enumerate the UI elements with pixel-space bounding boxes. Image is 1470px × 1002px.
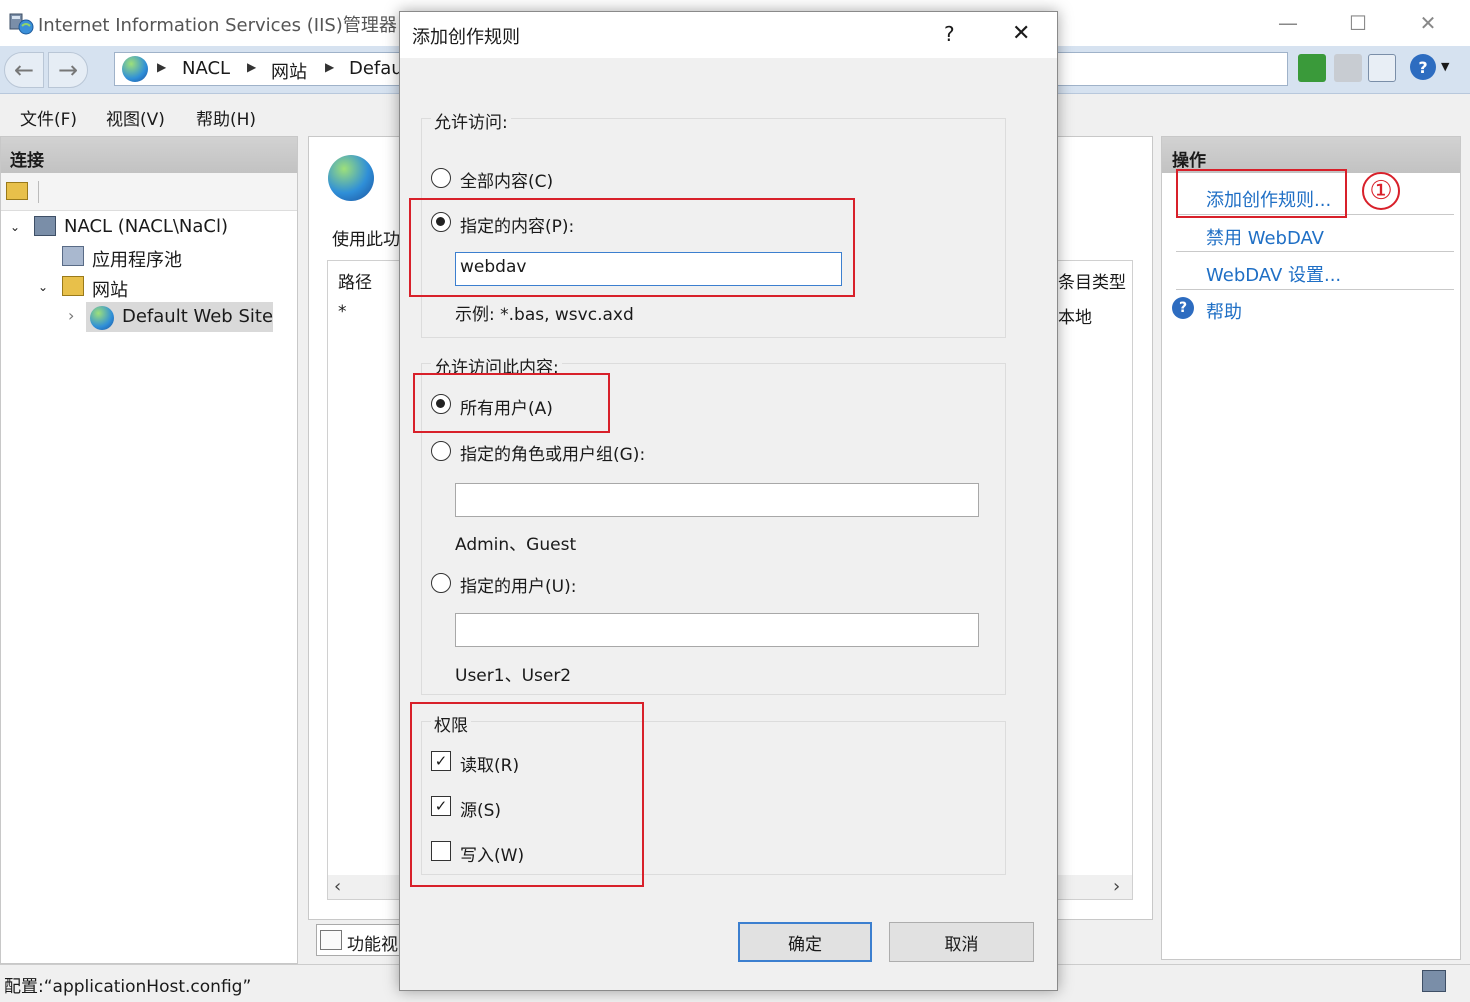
radio-roles-groups[interactable] bbox=[431, 441, 451, 461]
chevron-right-icon[interactable]: › bbox=[68, 306, 74, 325]
breadcrumb-default-site[interactable]: Defau bbox=[349, 58, 403, 79]
home-icon[interactable] bbox=[1368, 54, 1396, 82]
scroll-right-icon[interactable]: › bbox=[1113, 876, 1120, 897]
help-icon: ? bbox=[1172, 297, 1194, 319]
globe-icon bbox=[122, 56, 148, 82]
minimize-button[interactable]: — bbox=[1258, 8, 1318, 38]
users-example: User1、User2 bbox=[455, 666, 572, 686]
action-disable-webdav[interactable]: 禁用 WebDAV bbox=[1206, 224, 1324, 250]
radio-specified-users-label[interactable]: 指定的用户(U): bbox=[460, 572, 576, 597]
folder-icon bbox=[62, 276, 84, 296]
maximize-button[interactable]: ☐ bbox=[1328, 8, 1388, 38]
radio-all-content-label[interactable]: 全部内容(C) bbox=[460, 167, 553, 192]
iis-app-icon bbox=[8, 11, 34, 35]
annotation-marker-text: ① bbox=[1369, 176, 1393, 206]
users-input[interactable] bbox=[455, 613, 979, 647]
tree-item-app-pools[interactable]: 应用程序池 bbox=[92, 246, 182, 272]
network-status-icon bbox=[1422, 970, 1446, 992]
back-arrow-icon[interactable]: ← bbox=[4, 52, 44, 88]
app-pool-icon bbox=[62, 246, 84, 266]
annotation-marker: ① bbox=[1362, 172, 1400, 210]
allow-access-label: 允许访问: bbox=[431, 108, 511, 133]
actions-pane bbox=[1161, 136, 1461, 960]
refresh-icon[interactable] bbox=[1298, 54, 1326, 82]
column-header-entry-type[interactable]: 条目类型 bbox=[1058, 268, 1126, 293]
rule-type-cell[interactable]: 本地 bbox=[1058, 303, 1092, 328]
rule-path-cell[interactable]: * bbox=[338, 302, 347, 322]
connections-header bbox=[1, 137, 297, 173]
chevron-down-icon[interactable]: ⌄ bbox=[10, 220, 20, 234]
feature-description: 使用此功 bbox=[332, 230, 400, 250]
tree-item-server[interactable]: NACL (NACL\NaCl) bbox=[64, 216, 228, 237]
cancel-button[interactable]: 取消 bbox=[889, 922, 1034, 962]
status-text: 配置:“applicationHost.config” bbox=[4, 977, 252, 997]
ok-button[interactable]: 确定 bbox=[738, 922, 872, 962]
menu-file[interactable]: 文件(F) bbox=[20, 105, 77, 130]
actions-header bbox=[1162, 137, 1460, 173]
radio-specified-users[interactable] bbox=[431, 573, 451, 593]
action-divider bbox=[1176, 251, 1454, 252]
chevron-down-icon[interactable]: ⌄ bbox=[38, 280, 48, 294]
menu-help[interactable]: 帮助(H) bbox=[196, 105, 256, 130]
column-header-path[interactable]: 路径 bbox=[338, 268, 372, 293]
close-button[interactable]: ✕ bbox=[1398, 8, 1458, 38]
connections-title: 连接 bbox=[10, 151, 44, 171]
tab-features-view-label: 功能视 bbox=[347, 935, 398, 955]
highlight-box bbox=[1176, 169, 1347, 218]
action-divider bbox=[1176, 289, 1454, 290]
action-webdav-settings[interactable]: WebDAV 设置... bbox=[1206, 261, 1341, 287]
scroll-left-icon[interactable]: ‹ bbox=[334, 876, 341, 897]
dialog-title: 添加创作规则 bbox=[412, 27, 520, 48]
globe-icon bbox=[328, 155, 374, 201]
stop-icon[interactable] bbox=[1334, 54, 1362, 82]
connections-toolbar bbox=[1, 173, 297, 211]
highlight-box bbox=[409, 198, 855, 297]
help-icon[interactable]: ? bbox=[1410, 54, 1436, 80]
features-view-icon bbox=[320, 930, 342, 950]
breadcrumb-separator-icon: ▶ bbox=[157, 60, 167, 74]
toolbar-divider bbox=[38, 181, 39, 203]
tree-item-default-site[interactable]: Default Web Site bbox=[122, 306, 273, 327]
actions-title: 操作 bbox=[1172, 151, 1206, 171]
dialog-close-button[interactable]: ✕ bbox=[1012, 21, 1030, 46]
radio-all-content[interactable] bbox=[431, 168, 451, 188]
highlight-box bbox=[413, 373, 610, 433]
tree-item-sites[interactable]: 网站 bbox=[92, 276, 128, 302]
breadcrumb-sites[interactable]: 网站 bbox=[271, 58, 307, 84]
roles-example: Admin、Guest bbox=[455, 535, 577, 555]
globe-icon bbox=[90, 306, 114, 330]
connect-icon[interactable] bbox=[6, 182, 28, 200]
breadcrumb-separator-icon: ▶ bbox=[325, 60, 335, 74]
server-icon bbox=[34, 216, 56, 236]
highlight-box bbox=[410, 702, 644, 887]
window-title: Internet Information Services (IIS)管理器 bbox=[38, 15, 397, 36]
chevron-down-icon[interactable]: ▼ bbox=[1441, 60, 1449, 73]
radio-roles-groups-label[interactable]: 指定的角色或用户组(G): bbox=[460, 440, 645, 465]
breadcrumb-separator-icon: ▶ bbox=[247, 60, 257, 74]
roles-input[interactable] bbox=[455, 483, 979, 517]
dialog-help-button[interactable]: ? bbox=[944, 22, 955, 46]
breadcrumb-nacl[interactable]: NACL bbox=[182, 58, 230, 79]
action-help[interactable]: 帮助 bbox=[1206, 298, 1242, 324]
menu-view[interactable]: 视图(V) bbox=[106, 105, 165, 130]
forward-arrow-icon[interactable]: → bbox=[48, 52, 88, 88]
content-example: 示例: *.bas, wsvc.axd bbox=[455, 305, 634, 325]
